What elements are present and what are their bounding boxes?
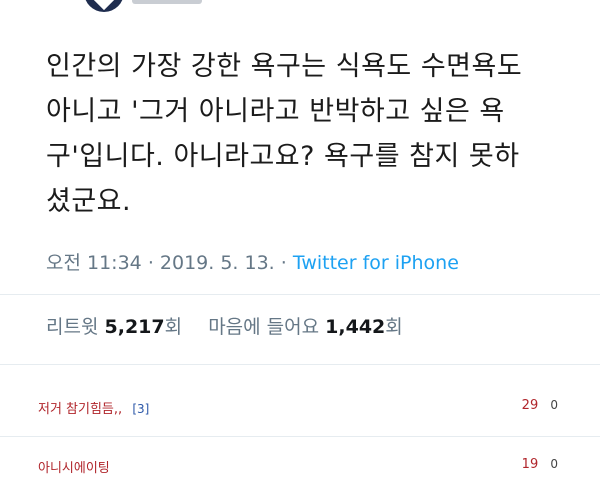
likes-count: 1,442 (325, 316, 386, 338)
divider (0, 294, 600, 295)
tweet-stats: 리트윗 5,217회 마음에 들어요 1,442회 (46, 312, 403, 339)
comment-recommend-count: 19 (521, 457, 539, 472)
comment-row[interactable]: 저거 참기힘듬,, [3] 29 0 (38, 398, 558, 420)
separator-dot: · (147, 252, 154, 274)
tweet-text: 인간의 가장 강한 욕구는 식욕도 수면욕도 아니고 '그거 아니라고 반박하고… (46, 44, 566, 224)
tweet-time[interactable]: 오전 11:34 (46, 252, 142, 274)
comment-title[interactable]: 아니시에이팅 (38, 461, 110, 476)
retweets-unit: 회 (164, 316, 183, 338)
tweet-date[interactable]: 2019. 5. 13. (160, 252, 275, 274)
comment-row[interactable]: 아니시에이팅 19 0 (38, 457, 558, 479)
comment-title[interactable]: 저거 참기힘듬,, (38, 402, 122, 417)
likes-stat[interactable]: 마음에 들어요 1,442회 (208, 316, 403, 338)
comment-votes: 19 0 (522, 457, 558, 472)
divider (0, 364, 600, 365)
retweets-label: 리트윗 (46, 316, 99, 338)
avatar[interactable] (84, 0, 124, 12)
tweet-line: 셨군요. (46, 186, 132, 217)
tweet-source-link[interactable]: Twitter for iPhone (293, 252, 459, 274)
tweet-line: 인간의 가장 강한 욕구는 식욕도 수면욕도 (46, 51, 523, 82)
comment-recommend-count: 29 (521, 398, 539, 413)
tweet-line: 아니고 '그거 아니라고 반박하고 싶은 욕 (46, 96, 505, 127)
comment-reply-count: [3] (132, 402, 150, 416)
retweets-stat[interactable]: 리트윗 5,217회 (46, 316, 182, 338)
comment-votes: 29 0 (522, 398, 558, 413)
tweet-meta: 오전 11:34 · 2019. 5. 13. · Twitter for iP… (46, 248, 566, 275)
tweet-line: 구'입니다. 아니라고요? 욕구를 참지 못하 (46, 141, 520, 172)
likes-label: 마음에 들어요 (208, 316, 320, 338)
retweets-count: 5,217 (104, 316, 165, 338)
divider (0, 436, 600, 437)
user-handle[interactable] (132, 0, 202, 4)
separator-dot: · (280, 252, 287, 274)
comment-dislike-count: 0 (550, 457, 558, 471)
likes-unit: 회 (385, 316, 403, 338)
comment-dislike-count: 0 (550, 398, 558, 412)
